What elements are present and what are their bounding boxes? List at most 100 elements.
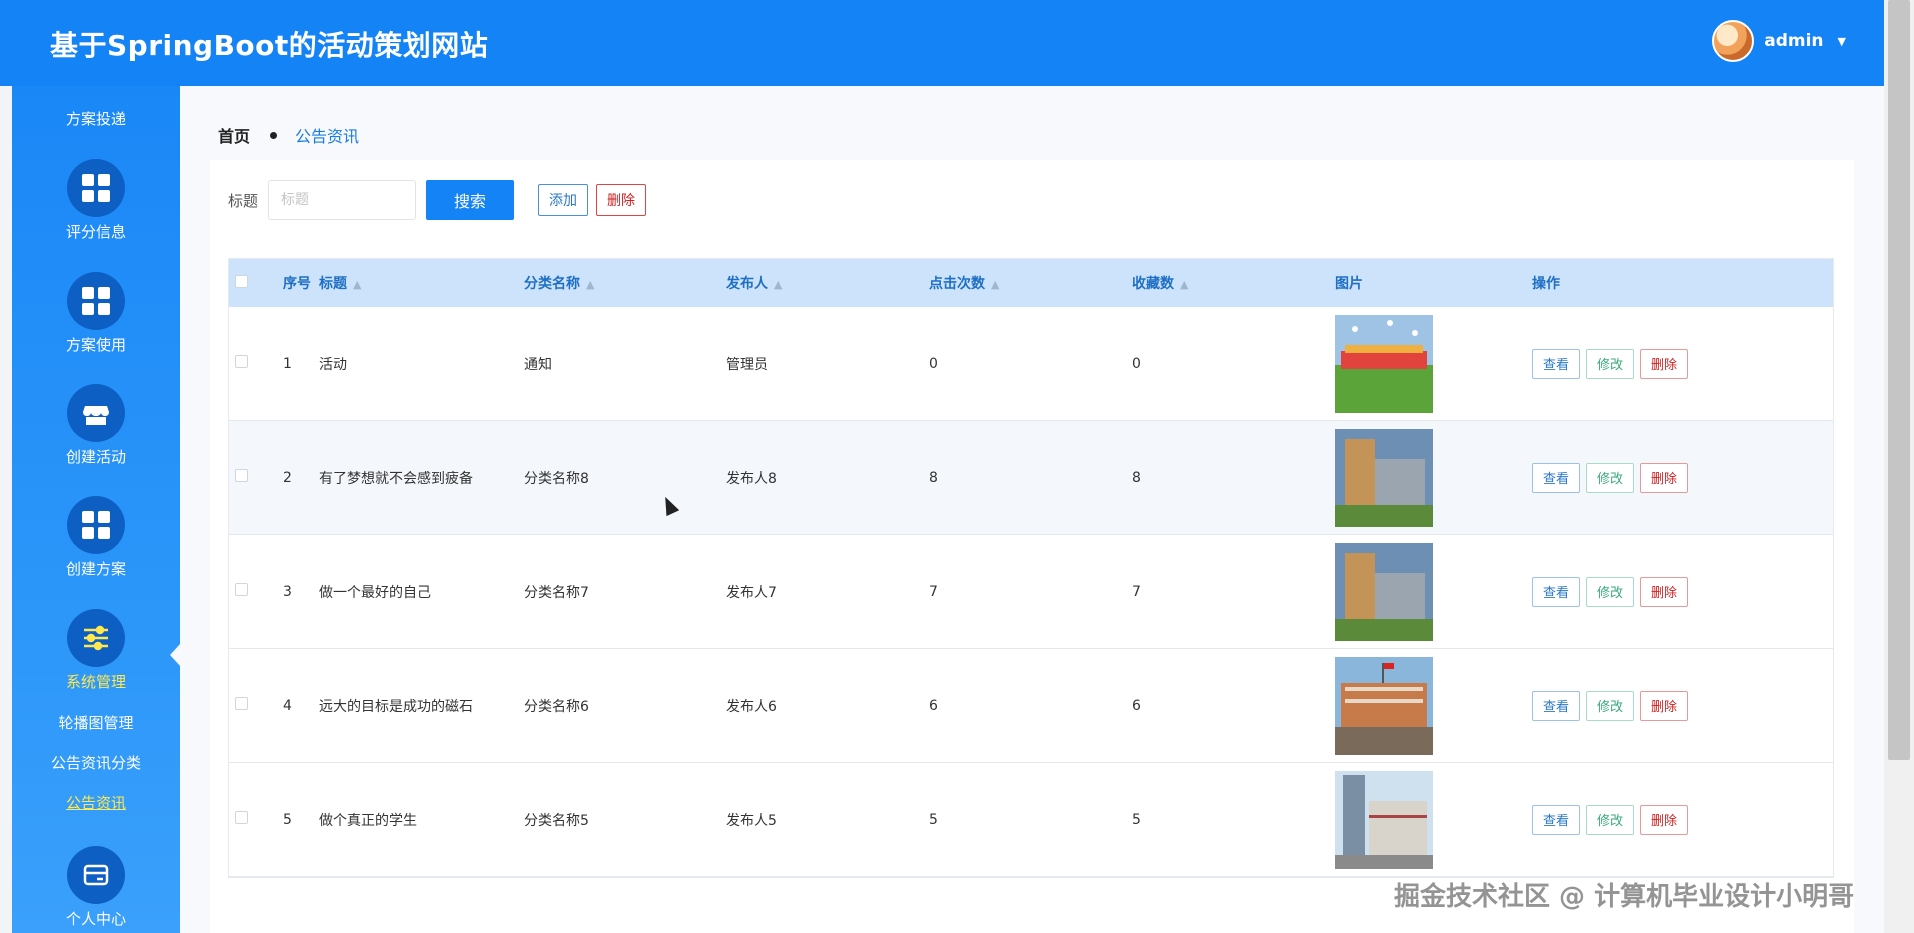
store-icon[interactable] bbox=[67, 384, 125, 442]
column-header-title[interactable]: 标题 ▲ bbox=[319, 273, 524, 293]
batch-delete-button[interactable]: 删除 bbox=[596, 184, 647, 216]
column-header-index: 序号 bbox=[283, 276, 311, 292]
cell-favorites: 8 bbox=[1132, 469, 1141, 486]
cell-index: 1 bbox=[283, 355, 292, 372]
column-header-clicks-label[interactable]: 点击次数 bbox=[929, 276, 985, 292]
sort-icon[interactable]: ▲ bbox=[774, 278, 782, 291]
sidebar-subitem-carousel[interactable]: 轮播图管理 bbox=[12, 712, 180, 733]
page-scrollbar[interactable] bbox=[1884, 0, 1914, 933]
sidebar-item-create-plan[interactable]: 创建方案 bbox=[12, 558, 180, 579]
scrollbar-thumb[interactable] bbox=[1888, 0, 1910, 760]
sort-icon[interactable]: ▲ bbox=[586, 278, 594, 291]
breadcrumb-separator bbox=[270, 131, 278, 139]
tall-buildings-photo[interactable] bbox=[1335, 770, 1433, 869]
cell-publisher: 发布人5 bbox=[726, 812, 777, 829]
user-name[interactable]: admin bbox=[1764, 31, 1823, 51]
row-checkbox[interactable] bbox=[235, 355, 248, 368]
cell-clicks: 0 bbox=[929, 355, 938, 372]
column-header-publisher[interactable]: 发布人 ▲ bbox=[726, 273, 929, 293]
school-with-flag-photo[interactable] bbox=[1335, 656, 1433, 755]
crowd-on-grass-photo[interactable] bbox=[1335, 314, 1433, 413]
cell-publisher: 发布人7 bbox=[726, 584, 777, 601]
table-row: 2 有了梦想就不会感到疲备 分类名称8 发布人8 8 8 查看 修改 删除 bbox=[229, 421, 1833, 535]
view-button[interactable]: 查看 bbox=[1532, 462, 1580, 493]
avatar[interactable] bbox=[1712, 20, 1755, 62]
delete-button[interactable]: 删除 bbox=[1640, 690, 1688, 721]
column-header-image: 图片 bbox=[1335, 276, 1363, 292]
site-title: 基于SpringBoot的活动策划网站 bbox=[50, 29, 489, 62]
sidebar-subitem-news[interactable]: 公告资讯 bbox=[12, 792, 180, 813]
sort-icon[interactable]: ▲ bbox=[991, 278, 999, 291]
cell-publisher: 管理员 bbox=[726, 356, 768, 373]
row-checkbox[interactable] bbox=[235, 583, 248, 596]
grid-icon[interactable] bbox=[67, 496, 125, 554]
cell-title: 做个真正的学生 bbox=[319, 812, 417, 829]
breadcrumb: 首页 公告资讯 bbox=[218, 123, 359, 147]
user-menu[interactable]: admin ▼ bbox=[1712, 20, 1846, 62]
column-header-category-label[interactable]: 分类名称 bbox=[524, 276, 580, 292]
cell-index: 2 bbox=[283, 469, 292, 486]
edit-button[interactable]: 修改 bbox=[1586, 690, 1634, 721]
card-icon[interactable] bbox=[67, 846, 125, 904]
delete-button[interactable]: 删除 bbox=[1640, 804, 1688, 835]
delete-button[interactable]: 删除 bbox=[1640, 462, 1688, 493]
cell-favorites: 7 bbox=[1132, 583, 1141, 600]
cell-clicks: 8 bbox=[929, 469, 938, 486]
cell-index: 3 bbox=[283, 583, 292, 600]
add-button[interactable]: 添加 bbox=[538, 184, 589, 216]
delete-button[interactable]: 删除 bbox=[1640, 576, 1688, 607]
sidebar-subitem-news-label[interactable]: 公告资讯 bbox=[66, 794, 126, 812]
column-header-category[interactable]: 分类名称 ▲ bbox=[524, 273, 726, 293]
main-content: 首页 公告资讯 标题 搜索 添加 删除 序号 标题 ▲ 分类名称 ▲ 发布人 ▲ 点击… bbox=[180, 86, 1884, 933]
chevron-down-icon[interactable]: ▼ bbox=[1838, 35, 1846, 48]
delete-button[interactable]: 删除 bbox=[1640, 348, 1688, 379]
sidebar-subitem-news-category[interactable]: 公告资讯分类 bbox=[12, 752, 180, 773]
search-input[interactable] bbox=[268, 180, 417, 220]
grid-icon[interactable] bbox=[67, 272, 125, 330]
sliders-icon[interactable] bbox=[67, 609, 125, 667]
sidebar-item-create-activity[interactable]: 创建活动 bbox=[12, 446, 180, 467]
column-header-title-label[interactable]: 标题 bbox=[319, 276, 347, 292]
campus-building-photo[interactable] bbox=[1335, 428, 1433, 527]
search-button[interactable]: 搜索 bbox=[426, 180, 515, 220]
cell-favorites: 0 bbox=[1132, 355, 1141, 372]
row-checkbox[interactable] bbox=[235, 469, 248, 482]
cell-clicks: 7 bbox=[929, 583, 938, 600]
row-checkbox[interactable] bbox=[235, 811, 248, 824]
sidebar-item-plan-delivery[interactable]: 方案投递 bbox=[12, 108, 180, 129]
select-all-checkbox[interactable] bbox=[235, 274, 248, 288]
sidebar-item-personal-center[interactable]: 个人中心 bbox=[12, 908, 180, 929]
edit-button[interactable]: 修改 bbox=[1586, 576, 1634, 607]
sort-icon[interactable]: ▲ bbox=[353, 278, 361, 291]
edit-button[interactable]: 修改 bbox=[1586, 462, 1634, 493]
grid-icon[interactable] bbox=[67, 159, 125, 217]
edit-button[interactable]: 修改 bbox=[1586, 348, 1634, 379]
campus-building-photo[interactable] bbox=[1335, 542, 1433, 641]
view-button[interactable]: 查看 bbox=[1532, 348, 1580, 379]
watermark: 掘金技术社区 @ 计算机毕业设计小明哥 bbox=[1394, 882, 1855, 912]
cell-category: 分类名称6 bbox=[524, 698, 589, 715]
cell-clicks: 5 bbox=[929, 811, 938, 828]
sidebar-item-ratings[interactable]: 评分信息 bbox=[12, 221, 180, 242]
cell-title: 活动 bbox=[319, 356, 347, 373]
cell-index: 5 bbox=[283, 811, 292, 828]
cell-category: 分类名称8 bbox=[524, 470, 589, 487]
cell-category: 分类名称7 bbox=[524, 584, 589, 601]
sort-icon[interactable]: ▲ bbox=[1180, 278, 1188, 291]
column-header-favorites[interactable]: 收藏数 ▲ bbox=[1132, 273, 1335, 293]
view-button[interactable]: 查看 bbox=[1532, 576, 1580, 607]
sidebar-item-system-management[interactable]: 系统管理 bbox=[12, 671, 180, 692]
column-header-publisher-label[interactable]: 发布人 bbox=[726, 276, 768, 292]
sidebar-item-plan-usage[interactable]: 方案使用 bbox=[12, 334, 180, 355]
row-checkbox[interactable] bbox=[235, 697, 248, 710]
news-table: 序号 标题 ▲ 分类名称 ▲ 发布人 ▲ 点击次数 ▲ 收藏数 ▲ 图片 操作 1 活动 … bbox=[228, 258, 1834, 878]
edit-button[interactable]: 修改 bbox=[1586, 804, 1634, 835]
view-button[interactable]: 查看 bbox=[1532, 690, 1580, 721]
cell-favorites: 6 bbox=[1132, 697, 1141, 714]
column-header-clicks[interactable]: 点击次数 ▲ bbox=[929, 273, 1132, 293]
search-label: 标题 bbox=[228, 191, 259, 210]
breadcrumb-home[interactable]: 首页 bbox=[218, 123, 250, 147]
column-header-favorites-label[interactable]: 收藏数 bbox=[1132, 276, 1174, 292]
content-panel: 标题 搜索 添加 删除 序号 标题 ▲ 分类名称 ▲ 发布人 ▲ 点击次数 ▲ 收藏数 ▲… bbox=[210, 160, 1854, 933]
view-button[interactable]: 查看 bbox=[1532, 804, 1580, 835]
